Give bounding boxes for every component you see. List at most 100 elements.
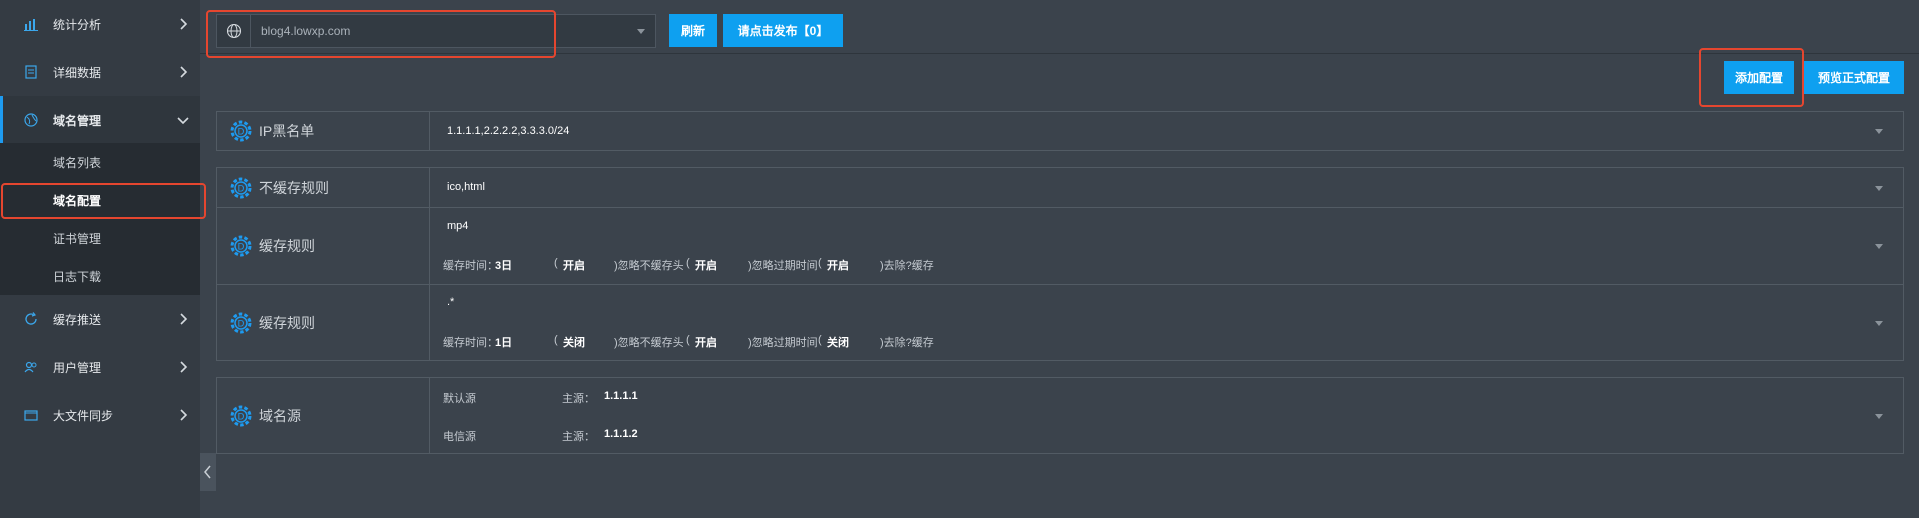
svg-text:D: D [238, 128, 245, 138]
ignore-expire-value: 开启 [695, 337, 717, 349]
refresh-button[interactable]: 刷新 [669, 14, 717, 47]
sidebar-item-label: 用户管理 [53, 360, 102, 375]
gear-icon: D [230, 120, 252, 142]
cache-rules-panel: D 不缓存规则 ico,html D 缓存规则 mp4 缓存时间： 3日 ( 开… [216, 167, 1904, 361]
svg-text:D: D [238, 243, 245, 253]
highlight-box [1, 183, 206, 219]
gear-icon: D [230, 235, 252, 257]
sidebar: 统计分析 详细数据 域名管理 域名列表 域名配置 证书管理 日志下载 缓存推送 … [0, 0, 200, 518]
cache-rule-pattern: .* [447, 296, 455, 308]
ignore-nocache-label: )忽略不缓存头 [614, 337, 684, 349]
gear-icon: D [230, 405, 252, 426]
config-row-cache-rule-2[interactable]: D 缓存规则 .* 缓存时间： 1日 ( 关闭 )忽略不缓存头 ( 开启 )忽略… [217, 285, 1903, 361]
row-content: .* 缓存时间： 1日 ( 关闭 )忽略不缓存头 ( 开启 )忽略过期时间 ( … [431, 285, 1903, 361]
paren-open: ( [554, 257, 558, 269]
row-label-text: 不缓存规则 [259, 179, 329, 196]
svg-text:D: D [238, 412, 245, 422]
strip-value: 开启 [827, 260, 849, 272]
sidebar-item-details[interactable]: 详细数据 [0, 48, 200, 96]
publish-button[interactable]: 请点击发布【0】 [723, 14, 843, 47]
preview-config-button[interactable]: 预览正式配置 [1804, 61, 1904, 94]
config-row-origin[interactable]: D 域名源 默认源 主源： 1.1.1.1 电信源 主源： 1.1.1.2 [217, 378, 1903, 453]
cache-time-label: 缓存时间： [443, 260, 498, 272]
cache-time-label: 缓存时间： [443, 337, 498, 349]
row-label: D 域名源 [217, 378, 430, 453]
folder-icon [23, 407, 39, 423]
cache-time-value: 3日 [495, 260, 513, 272]
paren-open: ( [818, 257, 822, 269]
paren-open: ( [818, 334, 822, 346]
sidebar-item-label: 域名管理 [53, 113, 102, 128]
row-label-text: 缓存规则 [259, 238, 315, 254]
highlight-box [1699, 48, 1804, 107]
sidebar-item-large-file-sync[interactable]: 大文件同步 [0, 391, 200, 439]
sidebar-item-domain-management[interactable]: 域名管理 [0, 96, 200, 144]
svg-text:D: D [238, 184, 245, 194]
ignore-nocache-value: 开启 [563, 260, 585, 272]
sidebar-subitem-domain-list[interactable]: 域名列表 [0, 143, 200, 181]
row-label: D IP黑名单 [217, 112, 430, 150]
row-content: 1.1.1.1,2.2.2.2,3.3.3.0/24 [431, 112, 1903, 150]
row-label: D 不缓存规则 [217, 168, 430, 207]
ignore-expire-value: 开启 [695, 260, 717, 272]
sidebar-item-users[interactable]: 用户管理 [0, 343, 200, 391]
sidebar-collapse-button[interactable] [200, 453, 216, 491]
config-row-ip-blacklist[interactable]: D IP黑名单 1.1.1.1,2.2.2.2,3.3.3.0/24 [217, 112, 1903, 150]
ignore-expire-label: )忽略过期时间 [748, 337, 818, 349]
caret-down-icon[interactable] [1875, 414, 1883, 419]
chevron-down-icon [177, 117, 189, 125]
sidebar-item-stats[interactable]: 统计分析 [0, 0, 200, 48]
subitem-label: 域名列表 [53, 155, 102, 170]
paren-open: ( [686, 334, 690, 346]
row-label: D 缓存规则 [217, 208, 430, 284]
chevron-right-icon [180, 409, 188, 421]
ip-blacklist-panel: D IP黑名单 1.1.1.1,2.2.2.2,3.3.3.0/24 [216, 111, 1904, 151]
row-label-text: IP黑名单 [259, 123, 315, 139]
origin-key: 主源： [562, 431, 595, 443]
caret-down-icon[interactable] [1875, 244, 1883, 249]
ignore-expire-label: )忽略过期时间 [748, 260, 818, 272]
users-icon [23, 359, 39, 375]
row-content: 默认源 主源： 1.1.1.1 电信源 主源： 1.1.1.2 [431, 378, 1903, 453]
config-row-cache-rule-1[interactable]: D 缓存规则 mp4 缓存时间： 3日 ( 开启 )忽略不缓存头 ( 开启 )忽… [217, 208, 1903, 285]
strip-label: )去除?缓存 [880, 260, 934, 272]
highlight-box [206, 10, 556, 58]
origin-name: 电信源 [443, 431, 476, 443]
gear-icon: D [230, 177, 252, 198]
chevron-right-icon [180, 18, 188, 30]
globe-icon [23, 112, 39, 128]
origin-value: 1.1.1.2 [604, 428, 638, 440]
origin-key: 主源： [562, 393, 595, 405]
sidebar-item-cache-push[interactable]: 缓存推送 [0, 295, 200, 343]
cache-rule-pattern: mp4 [447, 220, 469, 232]
ignore-nocache-value: 关闭 [563, 337, 585, 349]
cache-time-value: 1日 [495, 337, 513, 349]
sidebar-subitem-certificates[interactable]: 证书管理 [0, 219, 200, 257]
row-label-text: 域名源 [259, 407, 301, 424]
caret-down-icon[interactable] [1875, 321, 1883, 326]
origin-value: 1.1.1.1 [604, 390, 638, 402]
paren-open: ( [686, 257, 690, 269]
bar-chart-icon [23, 16, 39, 32]
gear-icon: D [230, 312, 252, 334]
config-row-no-cache[interactable]: D 不缓存规则 ico,html [217, 168, 1903, 208]
chevron-right-icon [180, 313, 188, 325]
subitem-label: 日志下载 [53, 269, 102, 284]
sidebar-item-label: 缓存推送 [53, 312, 102, 327]
no-cache-value: ico,html [447, 181, 485, 193]
chevron-left-icon [204, 465, 211, 479]
caret-down-icon [637, 28, 645, 34]
sidebar-subitem-log-download[interactable]: 日志下载 [0, 257, 200, 295]
ignore-nocache-label: )忽略不缓存头 [614, 260, 684, 272]
svg-text:D: D [238, 320, 245, 330]
caret-down-icon[interactable] [1875, 186, 1883, 191]
caret-down-icon[interactable] [1875, 129, 1883, 134]
row-content: mp4 缓存时间： 3日 ( 开启 )忽略不缓存头 ( 开启 )忽略过期时间 (… [431, 208, 1903, 284]
chevron-right-icon [180, 361, 188, 373]
origin-panel: D 域名源 默认源 主源： 1.1.1.1 电信源 主源： 1.1.1.2 [216, 377, 1904, 454]
refresh-icon [23, 311, 39, 327]
ip-blacklist-value: 1.1.1.1,2.2.2.2,3.3.3.0/24 [447, 125, 570, 137]
domain-submenu: 域名列表 域名配置 证书管理 日志下载 [0, 143, 200, 295]
chevron-right-icon [180, 66, 188, 78]
strip-value: 关闭 [827, 337, 849, 349]
